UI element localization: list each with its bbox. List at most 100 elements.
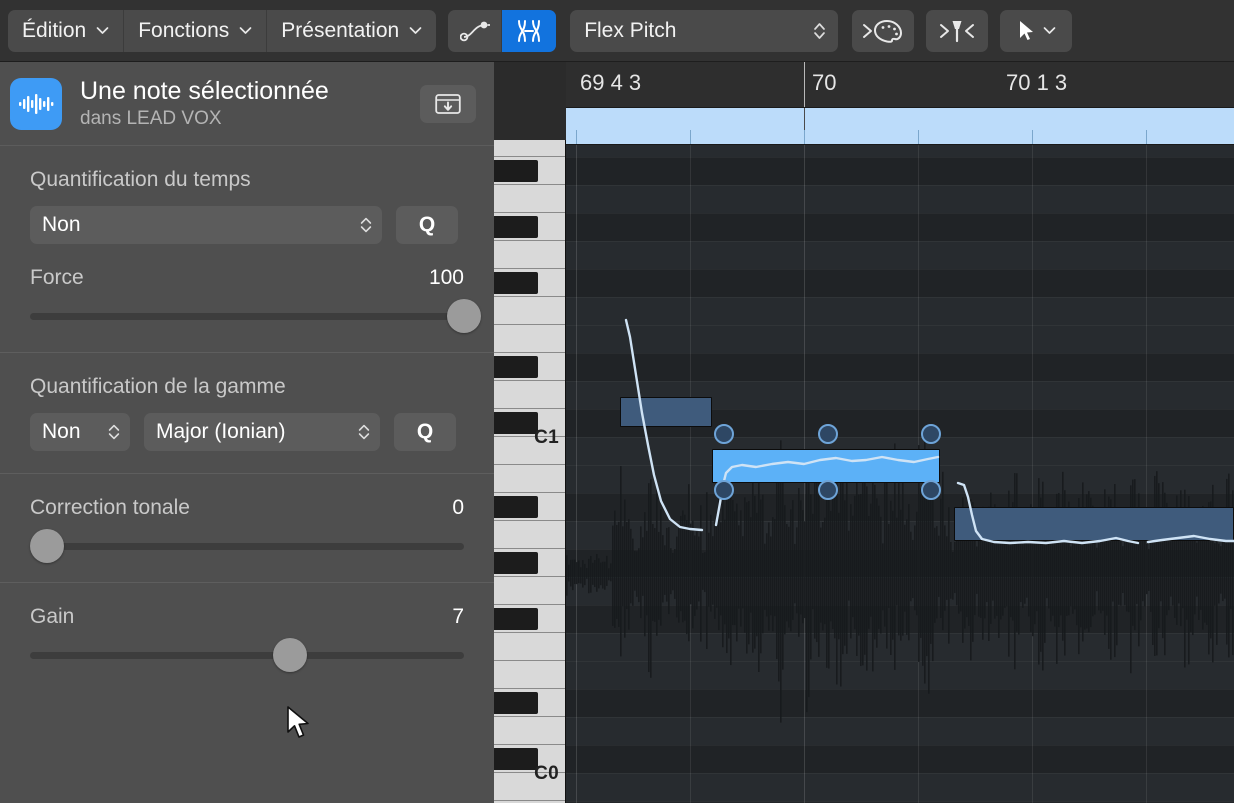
piano-key-black[interactable] (494, 552, 538, 574)
strength-slider[interactable] (30, 299, 481, 333)
note-lane (566, 689, 1234, 717)
note-lane (566, 745, 1234, 773)
piano-key-white[interactable] (494, 717, 565, 745)
scale-type-value: Major (Ionian) (156, 420, 286, 443)
up-down-chevrons-icon (360, 217, 372, 233)
chevron-down-icon (409, 27, 422, 34)
top-toolbar: Édition Fonctions Présentation Flex Pitc… (0, 0, 1234, 62)
pitch-correction-slider-knob[interactable] (30, 529, 65, 563)
piano-key-white[interactable] (494, 381, 565, 409)
up-down-chevrons-icon (814, 22, 826, 39)
handle-top-center[interactable] (818, 424, 838, 444)
gain-slider[interactable] (30, 638, 464, 672)
strength-slider-track (30, 312, 464, 320)
note-lane (566, 269, 1234, 297)
lane-divider (566, 381, 1234, 382)
handle-bottom-right[interactable] (921, 480, 941, 500)
ruler-label-2: 70 1 3 (1006, 70, 1068, 95)
pointer-icon (1019, 20, 1033, 40)
piano-key-white[interactable] (494, 521, 565, 549)
cycle-region[interactable] (566, 108, 1234, 145)
pitch-correction-label: Correction tonale (30, 496, 190, 519)
note-lane (566, 633, 1234, 661)
cycle-tick (918, 130, 919, 144)
piano-key-white[interactable] (494, 661, 565, 689)
note-lane (566, 661, 1234, 689)
lane-divider (566, 213, 1234, 214)
flex-pitch-editor[interactable] (566, 145, 1234, 803)
handle-bottom-left[interactable] (714, 480, 734, 500)
lane-divider (566, 241, 1234, 242)
lane-divider (566, 437, 1234, 438)
edit-mode-segments (448, 9, 557, 52)
piano-key-black[interactable] (494, 356, 538, 378)
menu-edition[interactable]: Édition (8, 9, 125, 52)
piano-key-black[interactable] (494, 748, 538, 770)
snap-button[interactable] (926, 9, 989, 52)
piano-key-black[interactable] (494, 496, 538, 518)
grid-line (1146, 145, 1147, 803)
lane-divider (566, 633, 1234, 634)
piano-key-black[interactable] (494, 272, 538, 294)
handle-top-right[interactable] (921, 424, 941, 444)
note-lane (566, 577, 1234, 605)
scale-quantize-apply-button[interactable]: Q (394, 413, 456, 451)
chevron-down-icon (239, 27, 252, 34)
piano-key-white[interactable] (494, 185, 565, 213)
strength-label: Force (30, 266, 84, 289)
cycle-tick (1032, 130, 1033, 144)
scale-root-select[interactable]: Non (30, 413, 130, 451)
piano-key-white[interactable] (494, 577, 565, 605)
menu-fonctions[interactable]: Fonctions (124, 9, 268, 52)
catch-playhead-button[interactable] (852, 9, 915, 52)
note-unselected-left[interactable] (620, 397, 712, 427)
lane-divider (566, 577, 1234, 578)
time-quantize-select[interactable]: Non (30, 206, 382, 244)
piano-key-white[interactable] (494, 325, 565, 353)
inspector-title-block: Une note sélectionnée dans LEAD VOX (80, 76, 329, 131)
handle-bottom-center[interactable] (818, 480, 838, 500)
lane-divider (566, 801, 1234, 802)
handle-top-left[interactable] (714, 424, 734, 444)
note-lane (566, 353, 1234, 381)
scale-type-select[interactable]: Major (Ionian) (144, 413, 380, 451)
piano-key-black[interactable] (494, 160, 538, 182)
page-subtitle: dans LEAD VOX (80, 108, 222, 129)
pitch-correction-slider[interactable] (30, 529, 464, 563)
strength-slider-knob[interactable] (447, 299, 481, 333)
strength-value: 100 (428, 266, 464, 289)
timeline-ruler[interactable]: 69 4 3 70 70 1 3 (566, 62, 1234, 108)
menu-fonctions-label: Fonctions (138, 18, 230, 42)
cycle-tick (576, 130, 577, 144)
cycle-tick (1146, 130, 1147, 144)
show-panel-button[interactable] (420, 84, 476, 123)
piano-key-black[interactable] (494, 216, 538, 238)
piano-key-white[interactable] (494, 633, 565, 661)
panel-down-icon (435, 93, 461, 114)
flex-mode-select[interactable]: Flex Pitch (570, 9, 839, 52)
up-down-chevrons-icon (108, 424, 120, 440)
note-selected[interactable] (712, 449, 940, 483)
section-pitch-correction: Correction tonale 0 (0, 474, 494, 583)
piano-key-white[interactable] (494, 241, 565, 269)
time-quantize-apply-button[interactable]: Q (396, 206, 458, 244)
gain-slider-knob[interactable] (273, 638, 308, 672)
key-label-c1: C1 (534, 427, 559, 448)
snap-to-icon (940, 20, 975, 42)
piano-key-white[interactable] (494, 140, 565, 157)
piano-key-white[interactable] (494, 465, 565, 493)
automation-curve-button[interactable] (448, 9, 503, 52)
lane-divider (566, 717, 1234, 718)
piano-key-white[interactable] (494, 297, 565, 325)
pointer-tool-button[interactable] (1000, 9, 1073, 52)
note-unselected-right[interactable] (954, 507, 1234, 541)
piano-keyboard[interactable]: C1 C0 (494, 140, 566, 803)
menu-presentation[interactable]: Présentation (267, 10, 436, 52)
menu-edition-label: Édition (22, 18, 87, 42)
piano-key-black[interactable] (494, 692, 538, 714)
piano-key-black[interactable] (494, 608, 538, 630)
up-down-chevrons-icon (358, 424, 370, 440)
piano-key-black[interactable] (494, 412, 538, 434)
note-lane (566, 773, 1234, 801)
flex-pitch-button[interactable] (502, 9, 557, 52)
